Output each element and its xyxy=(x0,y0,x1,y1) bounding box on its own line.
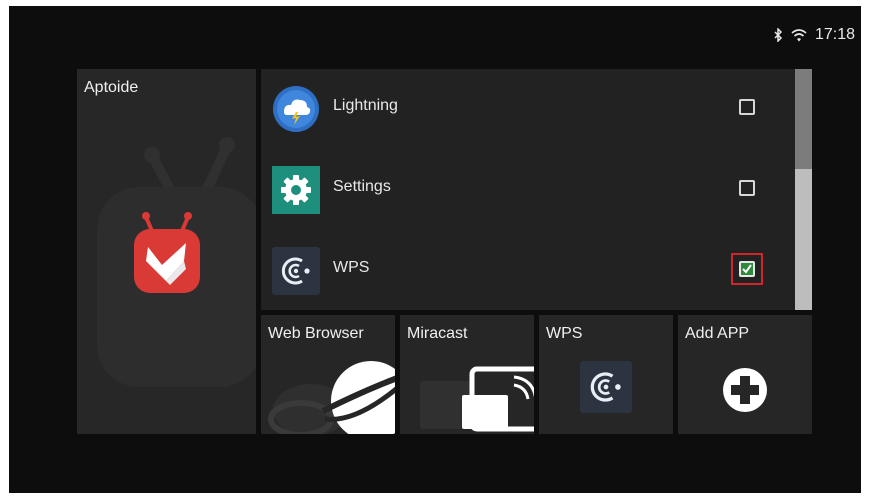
status-bar: 17:18 xyxy=(774,26,855,44)
checkbox-settings[interactable] xyxy=(739,180,755,196)
wifi-icon xyxy=(791,28,807,42)
wps-title: WPS xyxy=(546,325,583,342)
tv-screen: 17:18 Aptoide Lightning Settings WPS Web… xyxy=(9,6,861,493)
checkbox-wps[interactable] xyxy=(739,261,755,277)
add-app-tile[interactable]: Add APP xyxy=(678,315,812,434)
list-item-label: WPS xyxy=(333,259,370,276)
scrollbar-thumb[interactable] xyxy=(795,69,812,169)
scrollbar[interactable] xyxy=(795,69,812,310)
list-item-lightning[interactable]: Lightning xyxy=(261,69,791,149)
lightning-weather-icon xyxy=(272,85,320,133)
miracast-title: Miracast xyxy=(407,325,468,342)
aptoide-tile[interactable]: Aptoide xyxy=(77,69,256,434)
checkmark-icon xyxy=(742,264,752,274)
app-list-panel: Lightning Settings WPS xyxy=(261,69,812,310)
add-app-title: Add APP xyxy=(685,325,750,342)
web-browser-title: Web Browser xyxy=(268,325,364,342)
wps-tile[interactable]: WPS xyxy=(539,315,673,434)
list-item-settings[interactable]: Settings xyxy=(261,150,791,230)
aptoide-icon xyxy=(134,212,200,293)
gear-icon xyxy=(272,166,320,214)
wps-icon xyxy=(580,361,632,413)
miracast-tile[interactable]: Miracast xyxy=(400,315,534,434)
list-item-label: Settings xyxy=(333,178,391,195)
web-browser-tile[interactable]: Web Browser xyxy=(261,315,395,434)
wps-icon xyxy=(272,247,320,295)
clock: 17:18 xyxy=(814,26,855,43)
checkbox-lightning[interactable] xyxy=(739,99,755,115)
list-item-label: Lightning xyxy=(333,97,398,114)
add-icon xyxy=(723,368,767,412)
list-item-wps[interactable]: WPS xyxy=(261,231,791,310)
bluetooth-icon xyxy=(774,28,783,42)
